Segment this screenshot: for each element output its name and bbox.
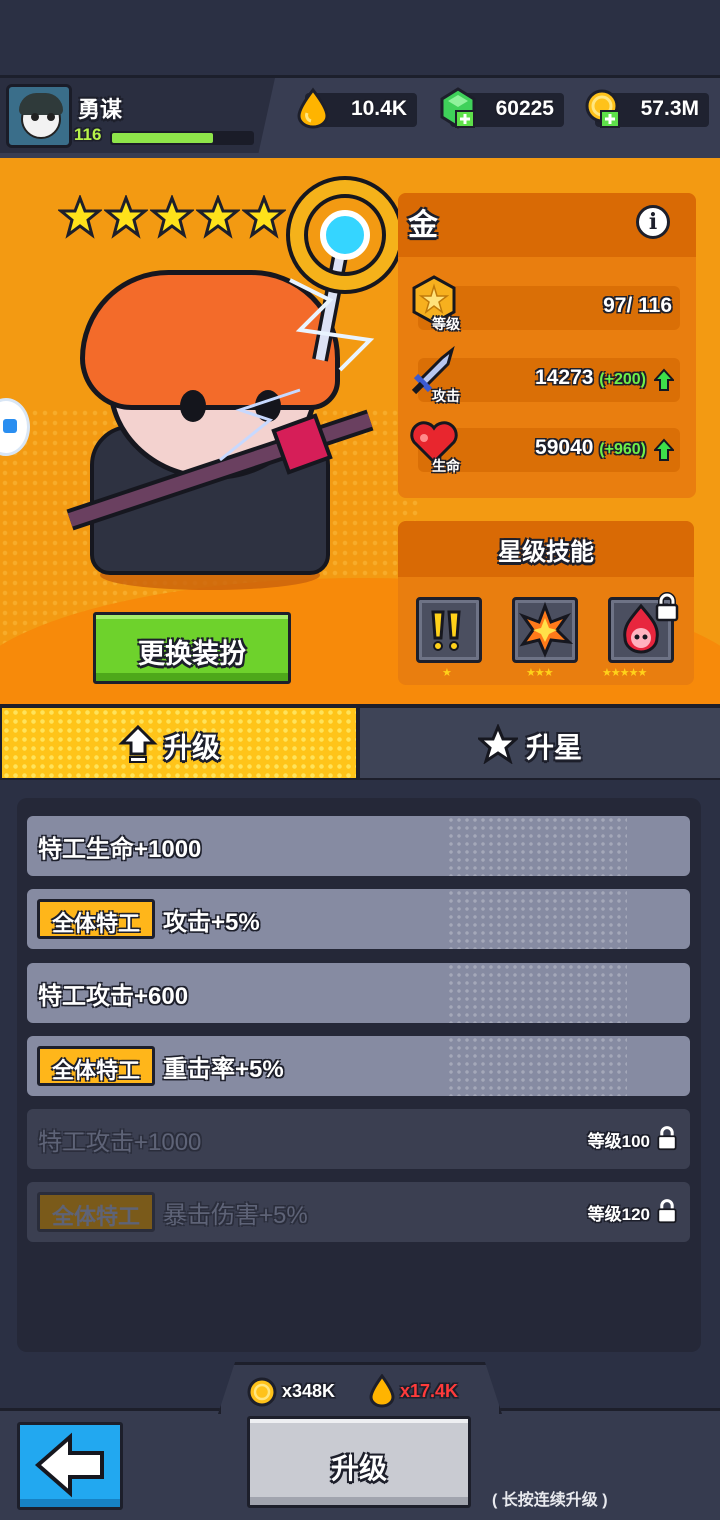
player-level: 116 — [74, 125, 102, 144]
upgrade-text: 重击率+5% — [163, 1056, 284, 1083]
lock-icon — [657, 1126, 677, 1151]
gold-resource[interactable]: 57.3M — [585, 89, 709, 128]
back-button[interactable] — [17, 1422, 123, 1510]
gem-amount: 60225 — [495, 97, 554, 120]
all-agents-tag: 全体特工 — [37, 1192, 155, 1232]
skill-stars: ★ — [442, 667, 452, 679]
skill-slot-explosion[interactable] — [512, 597, 578, 663]
skill-stars: ★★★ — [526, 667, 554, 679]
xp-bar-fill — [112, 133, 213, 143]
elixir-resource[interactable]: 10.4K — [297, 87, 417, 129]
xp-bar — [110, 131, 254, 145]
elixir-amount: 10.4K — [350, 97, 407, 120]
lock-icon — [655, 592, 679, 622]
stat-row-hp: 生命 59040 (+960) — [410, 421, 680, 474]
gem-plus-icon — [440, 87, 476, 129]
gem-resource[interactable]: 60225 — [440, 87, 564, 129]
upgrade-row: 全体特工 重击率+5% — [27, 1036, 690, 1096]
lightning-staff-weapon — [66, 176, 404, 531]
attack-bonus: (+200) — [599, 371, 646, 388]
explosion-skill-icon — [518, 601, 574, 658]
arrow-left-icon — [34, 1432, 104, 1498]
upgrade-text: 暴击伤害+5% — [163, 1202, 308, 1229]
info-icon[interactable] — [636, 205, 670, 239]
stat-value-level: 97/ 116 — [603, 294, 672, 317]
tab-star-label: 升星 — [526, 732, 583, 763]
elixir-drop-icon — [369, 1374, 395, 1408]
tab-upgrade-label: 升级 — [164, 732, 221, 763]
tab-upgrade[interactable]: 升级 — [2, 708, 356, 778]
stat-row-attack: 攻击 14273 (+200) — [411, 346, 680, 404]
gold-coin-icon — [247, 1377, 277, 1407]
elixir-drop-icon — [297, 87, 329, 129]
level-requirement: 等级100 — [587, 1132, 650, 1151]
hold-to-upgrade-hint: ( 长按连续升级 ) — [492, 1492, 608, 1509]
all-agents-tag: 全体特工 — [37, 1046, 155, 1086]
elixir-cost: x17.4K — [400, 1381, 459, 1401]
stat-label-level: 等级 — [432, 316, 460, 332]
player-avatar[interactable] — [6, 84, 72, 148]
hero-rarity: 金 — [408, 209, 438, 242]
stat-row-level: 等级 97/ 116 — [412, 275, 680, 332]
gold-cost: x348K — [282, 1381, 336, 1401]
change-outfit-button[interactable]: 更换装扮 — [93, 612, 291, 684]
player-name: 勇谋 — [78, 97, 123, 122]
lock-icon — [657, 1199, 677, 1224]
stat-label-attack: 攻击 — [432, 388, 460, 404]
gold-amount: 57.3M — [640, 97, 699, 120]
stat-label-hp: 生命 — [432, 458, 460, 474]
upgrade-row: 全体特工 攻击+5% — [27, 889, 690, 949]
hp-bonus: (+960) — [599, 441, 646, 458]
change-outfit-label: 更换装扮 — [138, 639, 246, 669]
alert-skill-icon — [431, 610, 461, 651]
tab-star-up[interactable]: 升星 — [360, 708, 720, 778]
arrow-up-icon — [654, 438, 674, 461]
stat-value-attack: 14273 (+200) — [535, 366, 646, 389]
all-agents-tag: 全体特工 — [37, 899, 155, 939]
upgrade-text: 特工生命+1000 — [38, 836, 202, 863]
upgrade-button[interactable]: 升级 — [247, 1416, 471, 1508]
upgrade-text: 特工攻击+1000 — [38, 1129, 202, 1156]
upgrade-row: 特工生命+1000 — [27, 816, 690, 876]
arrow-up-icon — [118, 724, 158, 763]
upgrade-text: 特工攻击+600 — [38, 983, 189, 1010]
gold-coin-plus-icon — [585, 89, 620, 128]
level-requirement: 等级120 — [587, 1205, 650, 1224]
skill-stars: ★★★★★ — [602, 667, 647, 679]
arrow-up-icon — [654, 368, 674, 391]
upgrade-row-locked: 特工攻击+1000 等级100 — [27, 1109, 690, 1169]
star-icon — [478, 724, 518, 764]
upgrade-text: 攻击+5% — [163, 909, 260, 936]
skill-slot-alert[interactable] — [416, 597, 482, 663]
star-skills-title: 星级技能 — [498, 539, 594, 566]
upgrade-row-locked: 全体特工 暴击伤害+5% 等级120 — [27, 1182, 690, 1242]
stat-value-hp: 59040 (+960) — [535, 436, 646, 459]
upgrade-row: 特工攻击+600 — [27, 963, 690, 1023]
upgrade-button-label: 升级 — [330, 1453, 387, 1484]
